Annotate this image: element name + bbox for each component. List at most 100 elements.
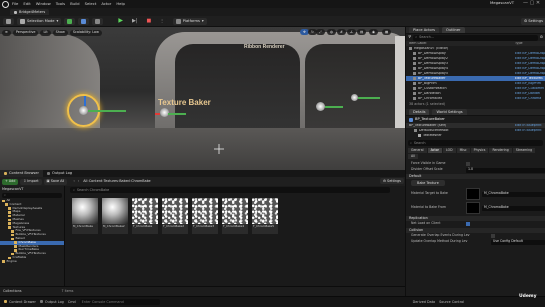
actor-sprite-icon-3[interactable]	[316, 102, 325, 111]
outliner-row[interactable]: BP_DemoDisplay3 Edit BP_DemoDisp	[406, 61, 545, 66]
grid-snap-button[interactable]: #	[337, 29, 346, 35]
camera-speed-button[interactable]: ◉	[369, 29, 378, 35]
breadcrumb-item[interactable]: Baked	[119, 179, 130, 183]
actor-sprite-icon-4[interactable]	[351, 94, 358, 101]
outliner-row[interactable]: BP_TextureBaker Edit BP_TextureB	[406, 76, 545, 81]
save-all-button[interactable]: ▣ Save All	[43, 178, 68, 185]
outliner-row[interactable]: BP_DemoDisplay Edit BP_DemoDisp	[406, 51, 545, 56]
asset-tile[interactable]: T_ChromBake3	[192, 198, 218, 234]
prop-checkbox[interactable]	[466, 162, 470, 166]
tab-outliner[interactable]: Outliner	[442, 27, 465, 33]
details-category-tab[interactable]: Physics	[470, 148, 489, 153]
outliner-row[interactable]: BP_CustomMatch Edit BP_CustomM	[406, 86, 545, 91]
component-row-1[interactable]: DefaultSceneRoot Edit in Blueprint	[406, 128, 545, 133]
outliner-row-type[interactable]: Edit BP_DemoDisp	[515, 62, 545, 66]
viewport-options-button[interactable]: ≡	[2, 29, 11, 36]
asset-tile[interactable]: T_ChromBake2	[162, 198, 188, 234]
breadcrumb-item[interactable]: Content	[89, 179, 103, 183]
material-thumbnail-2[interactable]	[466, 202, 480, 214]
outliner-row-type[interactable]: Edit BP_DemoDisp	[515, 52, 545, 56]
collision-checkbox[interactable]	[491, 234, 495, 238]
details-category-tab[interactable]: General	[408, 148, 427, 153]
edit-in-blueprint-link[interactable]: Edit in Blueprint	[515, 124, 545, 128]
lit-button[interactable]: Lit	[40, 29, 51, 36]
tab-content-browser[interactable]: Content Browser	[0, 170, 43, 177]
filter-icon[interactable]: ⧩	[408, 35, 411, 39]
platforms-button[interactable]: Platforms ▾	[172, 17, 207, 25]
net-load-checkbox[interactable]	[466, 222, 470, 226]
details-category-tab[interactable]: All	[408, 154, 418, 159]
tab-world-settings[interactable]: World Settings	[432, 109, 467, 115]
breadcrumb-item[interactable]: ChromBake	[131, 179, 151, 183]
prop-value[interactable]: 1.0	[466, 167, 545, 173]
details-category-tab[interactable]: Misc	[456, 148, 470, 153]
outliner-row-type[interactable]: Edit BP_DemoDisp	[515, 72, 545, 76]
bake-texture-button[interactable]: Bake Texture	[411, 180, 445, 186]
tree-root[interactable]: MegascanVT	[0, 186, 64, 192]
collections-label[interactable]: Collections	[3, 289, 22, 293]
menu-file[interactable]: File	[12, 1, 18, 7]
back-icon[interactable]: ‹	[73, 179, 74, 183]
edit-in-blueprint-link-2[interactable]: Edit in Blueprint	[515, 129, 545, 133]
outliner-row[interactable]: BP_ChromaTex Edit BP_Chroma	[406, 96, 545, 101]
scale-snap-button[interactable]: ▤	[357, 29, 367, 35]
outliner-row-type[interactable]: Edit BP_CustomM	[515, 87, 545, 91]
tree-folder[interactable]: Engine	[0, 259, 64, 264]
component-row-2[interactable]: TextMesher	[406, 133, 545, 138]
breadcrumb-item[interactable]: Textures	[104, 179, 118, 183]
outliner-row[interactable]: BP_Dandelion Edit BP_Dandel	[406, 91, 545, 96]
outliner-row[interactable]: BP_DemoDisplay5 Edit BP_DemoDisp	[406, 71, 545, 76]
col-item-label[interactable]: Item Label	[409, 42, 515, 46]
details-category-tab[interactable]: LOD	[442, 148, 456, 153]
angle-snap-button[interactable]: ∠	[347, 29, 357, 35]
outliner-row-type[interactable]: Edit BP_TextureB	[515, 77, 545, 81]
menu-tools[interactable]: Tools	[56, 1, 65, 7]
settings-button[interactable]: ⚙ Settings	[521, 18, 545, 25]
forward-icon[interactable]: ›	[78, 179, 79, 183]
selection-mode-button[interactable]: Selection Mode ▾	[17, 17, 62, 25]
material-thumbnail[interactable]	[466, 188, 480, 200]
menu-help[interactable]: Help	[116, 1, 125, 7]
outliner-row[interactable]: BP_BigPrim Edit BP_BigPrim	[406, 81, 545, 86]
menu-actor[interactable]: Actor	[101, 1, 111, 7]
actor-sprite-icon[interactable]	[79, 106, 88, 115]
output-log-button[interactable]: Output Log	[39, 300, 64, 304]
import-button[interactable]: ⇩ Import	[20, 178, 42, 185]
derived-data-button[interactable]: Derived Data	[413, 300, 435, 304]
col-type[interactable]: Type	[515, 42, 545, 46]
scalability-badge[interactable]: Scalability: Low	[69, 29, 102, 36]
viewport-layout-button[interactable]: ▦	[382, 29, 392, 35]
blueprint-button[interactable]	[78, 17, 90, 25]
step-button[interactable]: ▶|	[128, 17, 141, 25]
play-options-button[interactable]: ⋮	[157, 17, 167, 25]
source-control-button[interactable]: Source Control	[439, 300, 464, 304]
cmd-button[interactable]: Cmd	[68, 300, 76, 304]
outliner-row-type[interactable]: Edit BP_Chroma	[515, 97, 545, 101]
play-button[interactable]: ▶	[115, 17, 126, 25]
console-input[interactable]: Enter Console Command	[79, 299, 160, 305]
component-root-row[interactable]: BP_TextureBaker (Self) Edit in Blueprint	[406, 123, 545, 128]
stop-button[interactable]: ■	[143, 17, 155, 25]
outliner-settings-icon[interactable]: ⚙	[540, 35, 543, 39]
gizmo-x-axis-2[interactable]	[155, 113, 160, 115]
asset-tile[interactable]: T_ChromBake5	[252, 198, 278, 234]
asset-tile[interactable]: M_ChromBake2	[102, 198, 128, 234]
tab-details[interactable]: Details	[409, 109, 430, 115]
save-button[interactable]	[3, 17, 14, 25]
window-controls-icon[interactable]: — ▢ ✕	[523, 0, 540, 6]
cinematics-button[interactable]	[92, 17, 104, 25]
outliner-row-type[interactable]: Edit BP_DemoDisp	[515, 57, 545, 61]
gizmo-y-axis-2[interactable]	[168, 113, 186, 115]
scale-tool-button[interactable]: ⤢	[316, 29, 325, 35]
details-category-tab[interactable]: Actor	[427, 148, 442, 153]
menu-select[interactable]: Select	[85, 1, 97, 7]
menu-edit[interactable]: Edit	[23, 1, 30, 7]
tab-output-log[interactable]: Output Log	[43, 170, 76, 177]
show-button[interactable]: Show	[52, 29, 68, 36]
tree-search-input[interactable]: ⌕	[2, 193, 62, 198]
outliner-row-type[interactable]: Edit BP_DemoDisp	[515, 67, 545, 71]
gizmo-y-axis-4[interactable]	[358, 97, 380, 99]
details-category-tab[interactable]: Rendering	[489, 148, 512, 153]
world-local-button[interactable]: ◍	[327, 29, 336, 35]
asset-tile[interactable]: M_ChromBake	[72, 198, 98, 234]
